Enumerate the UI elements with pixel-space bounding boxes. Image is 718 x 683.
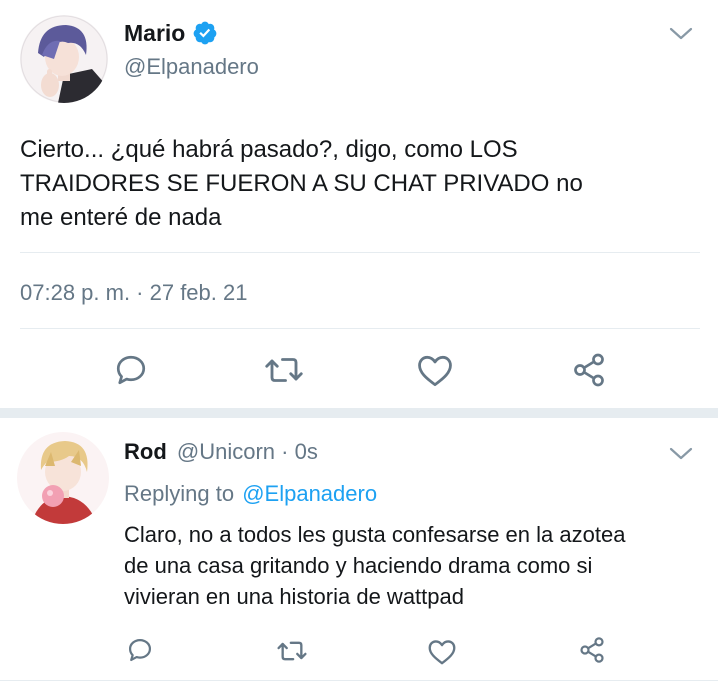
divider: [20, 252, 700, 253]
tweet-text-line: TRAIDORES SE FUERON A SU CHAT PRIVADO no: [20, 170, 583, 197]
author-name[interactable]: Rod: [124, 439, 167, 464]
timestamp[interactable]: 07:28 p. m. · 27 feb. 21: [20, 280, 247, 306]
tweet-separator: [0, 408, 718, 418]
chevron-down-icon[interactable]: [669, 446, 693, 462]
reply-text-line: vivieran en una historia de wattpad: [124, 584, 464, 609]
share-icon[interactable]: [577, 636, 607, 664]
author-handle-time[interactable]: @Unicorn · 0s: [177, 439, 318, 464]
author-handle[interactable]: @Elpanadero: [124, 54, 259, 80]
divider: [20, 328, 700, 329]
reply-text-line: de una casa gritando y haciendo drama co…: [124, 553, 593, 578]
replying-to-handle[interactable]: @Elpanadero: [242, 481, 377, 506]
tweet-text: Cierto... ¿qué habrá pasado?, digo, como…: [20, 133, 700, 235]
retweet-icon[interactable]: [276, 637, 308, 665]
like-icon[interactable]: [416, 353, 454, 387]
verified-badge-icon: [192, 20, 218, 46]
reply-icon[interactable]: [126, 636, 154, 664]
reply-text-line: Claro, no a todos les gusta confesarse e…: [124, 522, 626, 547]
author-name[interactable]: Mario: [124, 20, 185, 47]
like-icon[interactable]: [427, 638, 457, 665]
avatar[interactable]: [20, 15, 108, 103]
avatar[interactable]: [17, 432, 109, 524]
share-icon[interactable]: [570, 352, 608, 388]
reply-icon[interactable]: [113, 352, 149, 388]
tweet-text-line: me enteré de nada: [20, 204, 222, 231]
retweet-icon[interactable]: [264, 352, 304, 388]
chevron-down-icon[interactable]: [669, 26, 693, 42]
reply-text: Claro, no a todos les gusta confesarse e…: [124, 519, 704, 612]
divider: [0, 680, 718, 681]
replying-to-label: Replying to: [124, 481, 235, 506]
tweet-text-line: Cierto... ¿qué habrá pasado?, digo, como…: [20, 136, 518, 163]
